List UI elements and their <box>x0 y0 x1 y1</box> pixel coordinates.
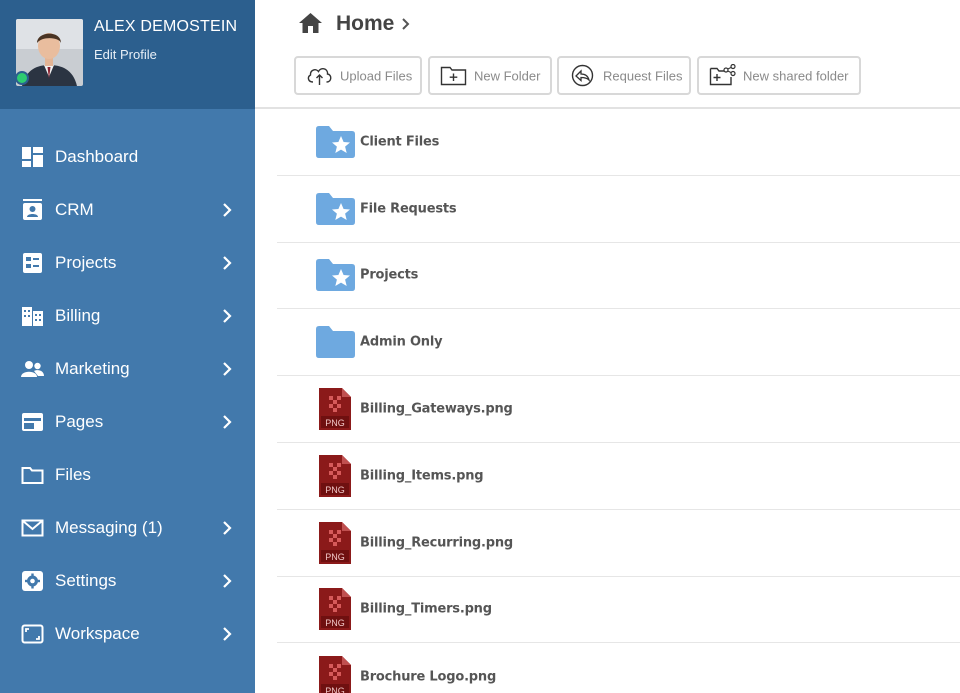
dashboard-icon <box>22 146 43 167</box>
online-status-indicator <box>15 71 29 85</box>
projects-checklist-icon <box>23 252 42 273</box>
profile-panel: ALEX DEMOSTEIN Edit Profile <box>0 0 255 109</box>
sidebar-item-label: Dashboard <box>55 146 139 166</box>
main-content: Home Upload Files New Folder Request Fil… <box>255 0 960 693</box>
file-list: Client Files File Requests Projects Admi… <box>277 109 960 693</box>
sidebar-item-billing[interactable]: Billing <box>0 289 255 342</box>
new-folder-icon <box>440 66 467 86</box>
request-files-label: Request Files <box>603 68 683 83</box>
upload-files-button[interactable]: Upload Files <box>294 56 422 95</box>
file-row[interactable]: PNG Billing_Timers.png <box>277 577 960 644</box>
breadcrumb-home[interactable]: Home <box>336 12 394 36</box>
file-row[interactable]: PNG Billing_Items.png <box>277 443 960 510</box>
sidebar-item-marketing[interactable]: Marketing <box>0 342 255 395</box>
sidebar-item-workspace[interactable]: Workspace <box>0 607 255 660</box>
new-shared-folder-button[interactable]: New shared folder <box>697 56 861 95</box>
sidebar-item-messaging[interactable]: Messaging (1) <box>0 501 255 554</box>
png-badge: PNG <box>325 618 345 628</box>
settings-gear-icon <box>22 570 43 591</box>
starred-folder-icon <box>316 125 355 158</box>
folder-icon <box>316 326 355 359</box>
sidebar-item-pages[interactable]: Pages <box>0 395 255 448</box>
chevron-right-icon <box>223 573 232 588</box>
file-row[interactable]: Admin Only <box>277 309 960 377</box>
page-header: Home Upload Files New Folder Request Fil… <box>255 0 960 109</box>
file-name: Billing_Recurring.png <box>360 535 514 551</box>
edit-profile-link[interactable]: Edit Profile <box>94 47 157 62</box>
file-row[interactable]: Projects <box>277 243 960 310</box>
sidebar-item-projects[interactable]: Projects <box>0 236 255 289</box>
png-badge: PNG <box>325 485 345 495</box>
request-files-button[interactable]: Request Files <box>557 56 691 95</box>
home-icon[interactable] <box>298 12 323 35</box>
chevron-right-icon <box>223 414 232 429</box>
file-row[interactable]: PNG Brochure Logo.png <box>277 643 960 693</box>
sidebar-item-crm[interactable]: CRM <box>0 183 255 236</box>
sidebar-nav: Dashboard CRM Projects Billing Marketing… <box>0 130 255 660</box>
sidebar-item-label: Pages <box>55 411 104 431</box>
new-folder-label: New Folder <box>474 68 541 83</box>
file-name: Billing_Items.png <box>360 468 484 484</box>
pages-layout-icon <box>22 412 43 431</box>
new-shared-folder-label: New shared folder <box>743 68 849 83</box>
sidebar-item-label: Files <box>55 464 91 484</box>
png-file-icon: PNG <box>319 588 351 631</box>
file-name: Projects <box>360 267 419 283</box>
request-files-icon <box>571 64 594 87</box>
starred-folder-icon <box>316 259 355 292</box>
files-folder-icon <box>21 466 44 484</box>
chevron-right-icon <box>223 255 232 270</box>
crm-contact-icon <box>23 198 42 220</box>
file-row[interactable]: PNG Billing_Recurring.png <box>277 510 960 577</box>
file-name: Brochure Logo.png <box>360 669 497 685</box>
file-name: Admin Only <box>360 334 443 350</box>
png-file-icon: PNG <box>319 454 351 497</box>
sidebar-item-settings[interactable]: Settings <box>0 554 255 607</box>
file-row[interactable]: File Requests <box>277 176 960 243</box>
file-name: Billing_Timers.png <box>360 601 492 617</box>
sidebar-item-dashboard[interactable]: Dashboard <box>0 130 255 183</box>
marketing-users-icon <box>21 360 44 377</box>
starred-folder-icon <box>316 192 355 225</box>
sidebar-item-label: Billing <box>55 305 101 325</box>
shared-folder-icon <box>709 64 736 86</box>
workspace-frame-icon <box>21 624 44 643</box>
sidebar-item-label: Projects <box>55 252 117 272</box>
file-name: Billing_Gateways.png <box>360 401 513 417</box>
new-folder-button[interactable]: New Folder <box>428 56 552 95</box>
chevron-right-icon <box>223 202 232 217</box>
cloud-upload-icon <box>307 68 332 85</box>
breadcrumb-chevron-icon <box>402 18 410 30</box>
file-row[interactable]: Client Files <box>277 109 960 176</box>
file-name: Client Files <box>360 134 440 150</box>
sidebar-item-files[interactable]: Files <box>0 448 255 501</box>
chevron-right-icon <box>223 308 232 323</box>
sidebar-item-label: Messaging (1) <box>55 517 163 537</box>
messaging-envelope-icon <box>21 519 44 536</box>
sidebar: ALEX DEMOSTEIN Edit Profile Dashboard CR… <box>0 0 255 693</box>
png-file-icon: PNG <box>319 655 351 693</box>
sidebar-item-label: Workspace <box>55 623 140 643</box>
billing-building-icon <box>22 306 43 326</box>
chevron-right-icon <box>223 520 232 535</box>
png-file-icon: PNG <box>319 521 351 564</box>
png-badge: PNG <box>325 686 345 693</box>
profile-name: ALEX DEMOSTEIN <box>94 18 238 35</box>
sidebar-item-label: CRM <box>55 199 94 219</box>
file-row[interactable]: PNG Billing_Gateways.png <box>277 376 960 443</box>
png-badge: PNG <box>325 418 345 428</box>
upload-files-label: Upload Files <box>340 68 413 83</box>
sidebar-item-label: Marketing <box>55 358 130 378</box>
png-badge: PNG <box>325 552 345 562</box>
chevron-right-icon <box>223 361 232 376</box>
chevron-right-icon <box>223 626 232 641</box>
sidebar-item-label: Settings <box>55 570 117 590</box>
png-file-icon: PNG <box>319 388 351 431</box>
file-name: File Requests <box>360 201 457 217</box>
